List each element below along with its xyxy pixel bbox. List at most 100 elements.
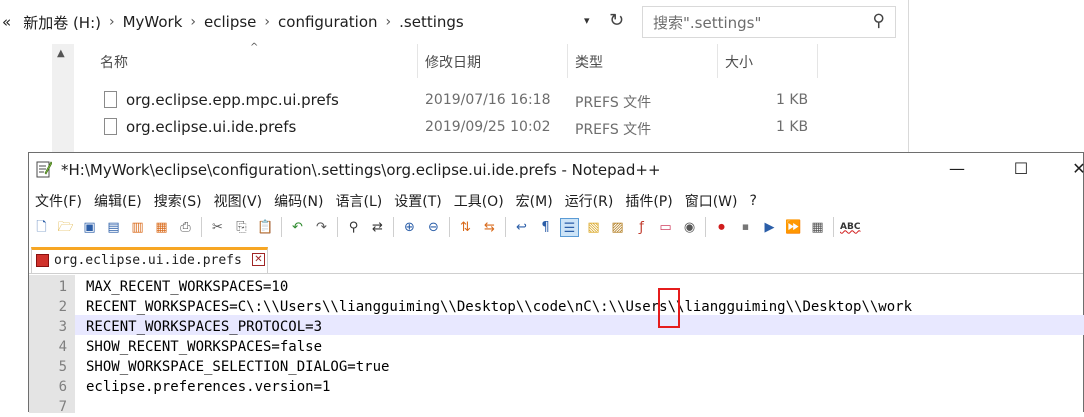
address-dropdown-icon[interactable]: ▾ — [584, 14, 590, 27]
menu-plugins[interactable]: 插件(P) — [619, 191, 678, 211]
print-icon[interactable]: ⎙ — [176, 218, 195, 237]
breadcrumb-mywork[interactable]: MyWork — [117, 13, 189, 31]
monitor-icon[interactable]: ◉ — [680, 218, 699, 237]
line-number: 7 — [58, 399, 67, 415]
paste-icon[interactable]: 📋 — [256, 218, 275, 237]
menu-bar: 文件(F) 编辑(E) 搜索(S) 视图(V) 编码(N) 语言(L) 设置(T… — [29, 189, 1083, 213]
column-divider[interactable] — [717, 44, 718, 78]
code-line[interactable]: eclipse.preferences.version=1 — [86, 377, 330, 397]
menu-tools[interactable]: 工具(O) — [448, 191, 510, 211]
function-list-icon[interactable]: ƒ — [632, 218, 651, 237]
undo-icon[interactable]: ↶ — [288, 218, 307, 237]
annotation-highlight-box — [658, 288, 680, 328]
menu-help[interactable]: ? — [744, 193, 763, 209]
address-bar[interactable]: « 新加卷 (H:) › MyWork › eclipse › configur… — [0, 4, 632, 40]
code-line[interactable]: SHOW_WORKSPACE_SELECTION_DIALOG=true — [86, 357, 389, 377]
user-lang-icon[interactable]: ▨ — [608, 218, 627, 237]
folder-workspace-icon[interactable]: ▭ — [656, 218, 675, 237]
sync-vertical-icon[interactable]: ⇅ — [456, 218, 475, 237]
record-macro-icon[interactable]: ⏺ — [712, 218, 731, 237]
title-bar[interactable]: *H:\MyWork\eclipse\configuration\.settin… — [29, 153, 1084, 187]
menu-view[interactable]: 视图(V) — [208, 191, 269, 211]
notepadpp-app-icon — [36, 161, 52, 178]
breadcrumb-configuration[interactable]: configuration — [272, 13, 384, 31]
redo-icon[interactable]: ↷ — [312, 218, 331, 237]
menu-macro[interactable]: 宏(M) — [510, 191, 559, 211]
close-icon[interactable]: ▥ — [128, 218, 147, 237]
cut-icon[interactable]: ✂ — [208, 218, 227, 237]
column-divider[interactable] — [417, 44, 418, 78]
tab-org-eclipse-ui-ide-prefs[interactable]: org.eclipse.ui.ide.prefs ✕ — [31, 247, 268, 273]
zoom-in-icon[interactable]: ⊕ — [400, 218, 419, 237]
chevron-right-icon[interactable]: › — [262, 14, 272, 30]
notepadpp-window: *H:\MyWork\eclipse\configuration\.settin… — [28, 152, 1084, 415]
tab-close-icon[interactable]: ✕ — [252, 253, 265, 266]
code-line[interactable]: MAX_RECENT_WORKSPACES=10 — [86, 277, 288, 297]
breadcrumb-eclipse[interactable]: eclipse — [198, 13, 262, 31]
menu-language[interactable]: 语言(L) — [330, 191, 389, 211]
menu-settings[interactable]: 设置(T) — [388, 191, 447, 211]
close-all-icon[interactable]: ▦ — [152, 218, 171, 237]
toolbar-separator — [833, 217, 834, 237]
new-file-icon[interactable]: 🗋 — [32, 218, 51, 237]
play-macro-icon[interactable]: ▶ — [760, 218, 779, 237]
show-all-chars-icon[interactable]: ¶ — [536, 218, 555, 237]
spellcheck-icon[interactable]: ABC — [840, 218, 860, 237]
file-date: 2019/07/16 16:18 — [425, 92, 551, 108]
indent-guide-icon[interactable]: ☰ — [560, 217, 579, 237]
column-header-size[interactable]: 大小 — [725, 52, 753, 74]
menu-encoding[interactable]: 编码(N) — [268, 191, 329, 211]
menu-run[interactable]: 运行(R) — [559, 191, 620, 211]
nav-pane-scrollbar[interactable]: ▲ — [52, 44, 74, 152]
breadcrumb-settings[interactable]: .settings — [393, 13, 470, 31]
zoom-out-icon[interactable]: ⊖ — [424, 218, 443, 237]
sort-ascending-icon: ^ — [250, 42, 259, 53]
code-line[interactable]: RECENT_WORKSPACES=C\:\\Users\\liangguimi… — [86, 297, 912, 317]
close-window-button[interactable]: ✕ — [1059, 159, 1084, 178]
chevron-right-icon[interactable]: › — [188, 14, 198, 30]
file-row[interactable]: org.eclipse.ui.ide.prefs 2019/09/25 10:0… — [100, 116, 840, 140]
editor-area[interactable]: 1 MAX_RECENT_WORKSPACES=10 2 RECENT_WORK… — [29, 275, 1084, 415]
stop-record-icon[interactable]: ⏹ — [736, 218, 755, 237]
menu-window[interactable]: 窗口(W) — [679, 191, 744, 211]
column-header-date[interactable]: 修改日期 — [425, 52, 481, 74]
file-type: PREFS 文件 — [575, 95, 652, 111]
menu-file[interactable]: 文件(F) — [29, 191, 88, 211]
column-header-type[interactable]: 类型 — [575, 52, 603, 74]
chevron-right-icon[interactable]: › — [384, 14, 394, 30]
file-icon — [104, 118, 117, 135]
toolbar-separator — [281, 217, 282, 237]
search-icon[interactable]: ⚲ — [873, 11, 885, 31]
minimize-button[interactable]: — — [937, 159, 977, 178]
search-input[interactable]: 搜索".settings" ⚲ — [642, 6, 896, 38]
breadcrumb-drive[interactable]: 新加卷 (H:) — [17, 12, 107, 33]
replace-icon[interactable]: ⇄ — [368, 218, 387, 237]
find-icon[interactable]: ⚲ — [344, 218, 363, 237]
file-size: 1 KB — [776, 92, 809, 108]
sync-horizontal-icon[interactable]: ⇆ — [480, 218, 499, 237]
copy-icon[interactable]: ⎘ — [232, 218, 251, 237]
save-all-icon[interactable]: ▤ — [104, 218, 123, 237]
word-wrap-icon[interactable]: ↩ — [512, 218, 531, 237]
menu-search[interactable]: 搜索(S) — [148, 191, 208, 211]
file-row[interactable]: org.eclipse.epp.mpc.ui.prefs 2019/07/16 … — [100, 89, 840, 113]
refresh-icon[interactable]: ↻ — [609, 10, 624, 31]
run-macro-icon[interactable]: ⏩ — [784, 218, 803, 237]
line-number: 5 — [58, 359, 67, 375]
save-macro-icon[interactable]: ▦ — [808, 218, 827, 237]
code-line[interactable]: RECENT_WORKSPACES_PROTOCOL=3 — [86, 317, 322, 337]
file-date: 2019/09/25 10:02 — [425, 119, 551, 135]
document-map-icon[interactable]: ▧ — [584, 218, 603, 237]
save-icon[interactable]: ▣ — [80, 218, 99, 237]
toolbar: 🗋 🗁 ▣ ▤ ▥ ▦ ⎙ ✂ ⎘ 📋 ↶ ↷ ⚲ ⇄ ⊕ ⊖ ⇅ ⇆ ↩ ¶ … — [29, 213, 1083, 241]
open-file-icon[interactable]: 🗁 — [56, 218, 75, 237]
chevron-right-icon[interactable]: › — [107, 14, 117, 30]
breadcrumb-overflow-chevron[interactable]: « — [0, 13, 17, 31]
column-divider[interactable] — [817, 44, 818, 78]
column-header-name[interactable]: 名称 — [100, 52, 128, 74]
maximize-button[interactable]: ☐ — [1001, 159, 1041, 178]
menu-edit[interactable]: 编辑(E) — [88, 191, 148, 211]
code-line[interactable]: SHOW_RECENT_WORKSPACES=false — [86, 337, 322, 357]
scroll-up-icon[interactable]: ▲ — [57, 48, 65, 59]
column-divider[interactable] — [567, 44, 568, 78]
